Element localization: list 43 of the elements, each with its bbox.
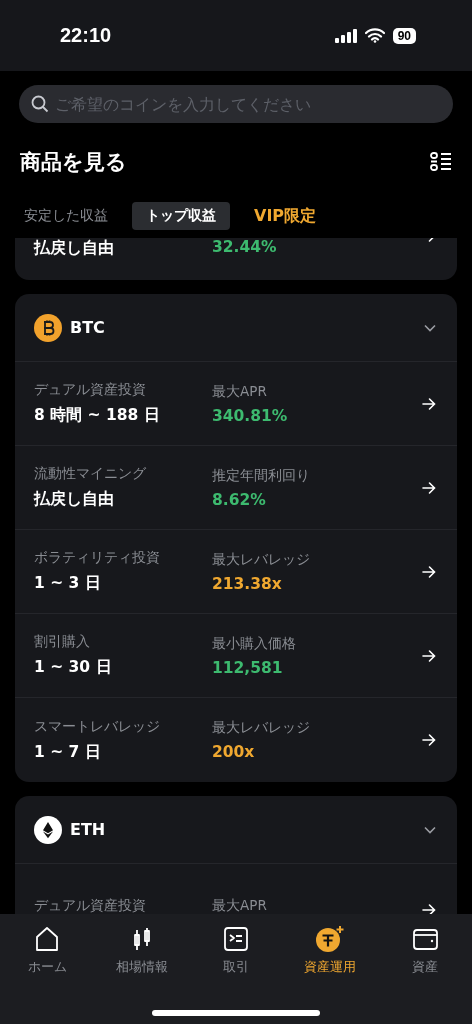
nav-tab[interactable]: 資産運用: [283, 924, 378, 977]
metric-label: 最大レバレッジ: [212, 550, 311, 569]
product-name: デュアル資産投資: [34, 381, 147, 399]
metric-label: 最大レバレッジ: [212, 719, 311, 737]
metric-label: 推定年間利回り: [212, 466, 311, 485]
product-name: 流動性マイニング: [34, 465, 147, 483]
product-row[interactable]: スマートレバレッジ 1 ~ 7 日 最大レバレッジ 200x: [15, 698, 457, 782]
product-value: 払戻し自由: [34, 489, 115, 510]
nav-tab[interactable]: 資産: [377, 924, 472, 977]
product-name: スマートレバレッジ: [34, 717, 161, 736]
product-value: 1 ~ 3 日: [34, 573, 102, 594]
nav-tab[interactable]: ホーム: [0, 924, 95, 977]
product-row[interactable]: デュアル資産投資 8 時間 ~ 188 日 最大APR 340.81%: [15, 362, 457, 446]
metric-value: 200x: [212, 743, 256, 761]
filter-tab[interactable]: VIP限定: [240, 202, 331, 230]
filter-tab[interactable]: トップ収益: [132, 202, 230, 230]
product-value: 1 ~ 30 日: [34, 657, 113, 678]
metric-value: 32.44%: [212, 238, 278, 256]
metric-value: 112,581: [212, 658, 284, 677]
product-row[interactable]: ボラティリティ投資 1 ~ 3 日 最大レバレッジ 213.38x: [15, 530, 457, 614]
coin-symbol: BTC: [70, 318, 106, 337]
product-name: デュアル資産投資: [34, 897, 147, 914]
status-time: 22:10: [60, 24, 112, 47]
product-row[interactable]: 割引購入 1 ~ 30 日 最小購入価格 112,581: [15, 614, 457, 698]
metric-value: 340.81%: [212, 406, 289, 425]
filter-tab[interactable]: 安定した収益: [24, 202, 122, 230]
product-value: 8 時間 ~ 188 日: [34, 405, 161, 426]
product-name: ボラティリティ投資: [34, 549, 161, 567]
product-value: 1 ~ 7 日: [34, 741, 102, 763]
metric-label: 最大APR: [212, 897, 268, 914]
product-row[interactable]: 流動性マイニング 払戻し自由 推定年間利回り 8.62%: [15, 446, 457, 530]
nav-tab[interactable]: 取引: [188, 924, 284, 977]
metric-label: 最大APR: [212, 382, 268, 401]
nav-tab[interactable]: 相場情報: [94, 924, 189, 977]
product-value: 払戻し自由: [34, 238, 115, 259]
metric-label: 最小購入価格: [212, 634, 297, 653]
product-name: 割引購入: [34, 633, 91, 651]
metric-value: 213.38x: [212, 574, 283, 593]
product-row[interactable]: デュアル資産投資 最大APR: [15, 864, 457, 914]
battery-level: 90: [392, 27, 416, 44]
page-title: 商品を見る: [20, 149, 127, 176]
metric-value: 8.62%: [212, 490, 267, 509]
coin-symbol: ETH: [70, 820, 107, 839]
